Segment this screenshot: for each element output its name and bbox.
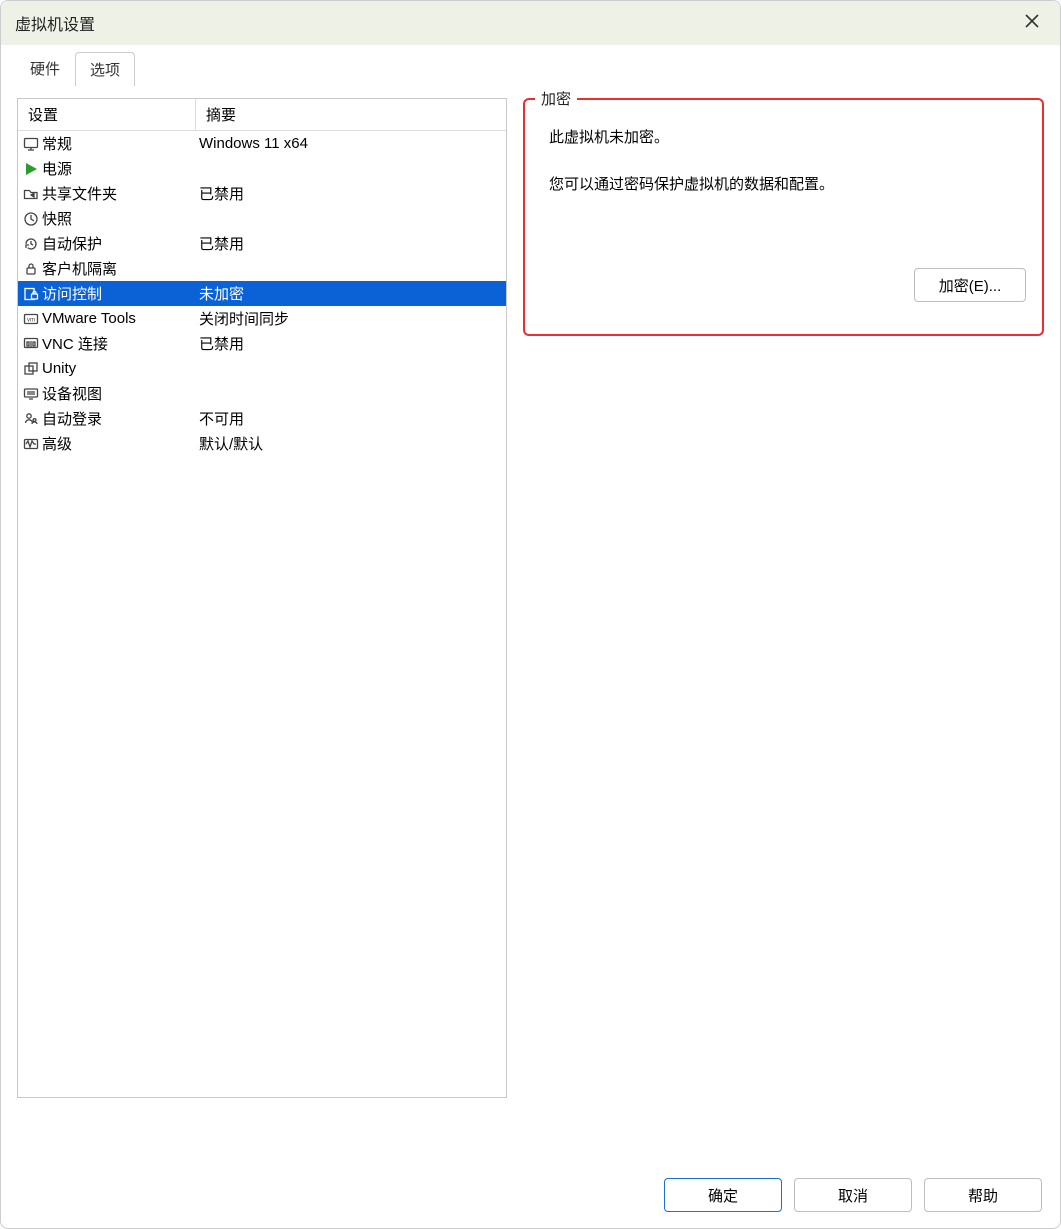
clock-back-icon (18, 236, 40, 252)
ok-button[interactable]: 确定 (664, 1178, 782, 1212)
group-title: 加密 (535, 88, 577, 109)
row-label: 客户机隔离 (40, 258, 196, 279)
list-row-clock-back[interactable]: 自动保护已禁用 (18, 231, 506, 256)
cancel-button[interactable]: 取消 (794, 1178, 912, 1212)
content-area: 设置 摘要 常规Windows 11 x64电源共享文件夹已禁用快照自动保护已禁… (1, 86, 1060, 1168)
tab-bar: 硬件 选项 (1, 45, 1060, 86)
list-row-user[interactable]: 自动登录不可用 (18, 406, 506, 431)
row-label: 访问控制 (40, 283, 196, 304)
row-summary: 默认/默认 (196, 433, 506, 454)
row-label: 自动保护 (40, 233, 196, 254)
tab-hardware[interactable]: 硬件 (15, 51, 75, 85)
list-row-play[interactable]: 电源 (18, 156, 506, 181)
vm-box-icon: vm (18, 311, 40, 327)
row-summary: Windows 11 x64 (196, 135, 506, 152)
list-row-vnc[interactable]: VNC 连接已禁用 (18, 331, 506, 356)
play-icon (18, 161, 40, 177)
list-header: 设置 摘要 (18, 99, 506, 131)
row-label: VMware Tools (40, 310, 196, 327)
titlebar: 虚拟机设置 (1, 1, 1060, 45)
box-lock-icon (18, 286, 40, 302)
folder-share-icon (18, 186, 40, 202)
close-icon (1024, 13, 1040, 33)
list-row-monitor[interactable]: 常规Windows 11 x64 (18, 131, 506, 156)
encryption-group: 加密 此虚拟机未加密。 您可以通过密码保护虚拟机的数据和配置。 加密(E)... (523, 98, 1044, 336)
column-setting[interactable]: 设置 (18, 99, 196, 130)
row-summary: 不可用 (196, 408, 506, 429)
encryption-status-text: 此虚拟机未加密。 (541, 120, 1026, 147)
row-summary: 未加密 (196, 283, 506, 304)
list-row-clock-snap[interactable]: 快照 (18, 206, 506, 231)
overlap-icon (18, 361, 40, 377)
row-summary: 已禁用 (196, 233, 506, 254)
column-summary[interactable]: 摘要 (196, 99, 506, 130)
device-view-icon (18, 386, 40, 402)
list-row-wave[interactable]: 高级默认/默认 (18, 431, 506, 456)
row-label: 自动登录 (40, 408, 196, 429)
row-label: 常规 (40, 133, 196, 154)
svg-text:vm: vm (27, 317, 35, 323)
vnc-icon (18, 336, 40, 352)
list-row-lock[interactable]: 客户机隔离 (18, 256, 506, 281)
row-label: 快照 (40, 208, 196, 229)
row-label: 共享文件夹 (40, 183, 196, 204)
wave-icon (18, 436, 40, 452)
settings-list: 设置 摘要 常规Windows 11 x64电源共享文件夹已禁用快照自动保护已禁… (17, 98, 507, 1098)
window-close-button[interactable] (1018, 9, 1046, 37)
encrypt-button[interactable]: 加密(E)... (914, 268, 1026, 302)
list-row-overlap[interactable]: Unity (18, 356, 506, 381)
row-summary: 已禁用 (196, 183, 506, 204)
detail-panel: 加密 此虚拟机未加密。 您可以通过密码保护虚拟机的数据和配置。 加密(E)... (523, 98, 1044, 1160)
row-summary: 关闭时间同步 (196, 308, 506, 329)
list-row-vm-box[interactable]: vm VMware Tools关闭时间同步 (18, 306, 506, 331)
monitor-icon (18, 136, 40, 152)
row-label: 高级 (40, 433, 196, 454)
row-label: 电源 (40, 158, 196, 179)
dialog-footer: 确定 取消 帮助 (1, 1168, 1060, 1228)
user-icon (18, 411, 40, 427)
list-body: 常规Windows 11 x64电源共享文件夹已禁用快照自动保护已禁用客户机隔离… (18, 131, 506, 456)
row-label: 设备视图 (40, 383, 196, 404)
list-row-device-view[interactable]: 设备视图 (18, 381, 506, 406)
tab-options[interactable]: 选项 (75, 52, 135, 86)
clock-snap-icon (18, 211, 40, 227)
list-row-box-lock[interactable]: 访问控制未加密 (18, 281, 506, 306)
lock-icon (18, 261, 40, 277)
list-row-folder-share[interactable]: 共享文件夹已禁用 (18, 181, 506, 206)
encryption-description: 您可以通过密码保护虚拟机的数据和配置。 (541, 147, 1026, 194)
settings-window: 虚拟机设置 硬件 选项 设置 摘要 常规Windows 11 x64电源共享文件… (0, 0, 1061, 1229)
help-button[interactable]: 帮助 (924, 1178, 1042, 1212)
row-label: Unity (40, 360, 196, 377)
row-summary: 已禁用 (196, 333, 506, 354)
row-label: VNC 连接 (40, 333, 196, 354)
window-title: 虚拟机设置 (15, 11, 1018, 35)
encryption-button-row: 加密(E)... (541, 194, 1026, 302)
